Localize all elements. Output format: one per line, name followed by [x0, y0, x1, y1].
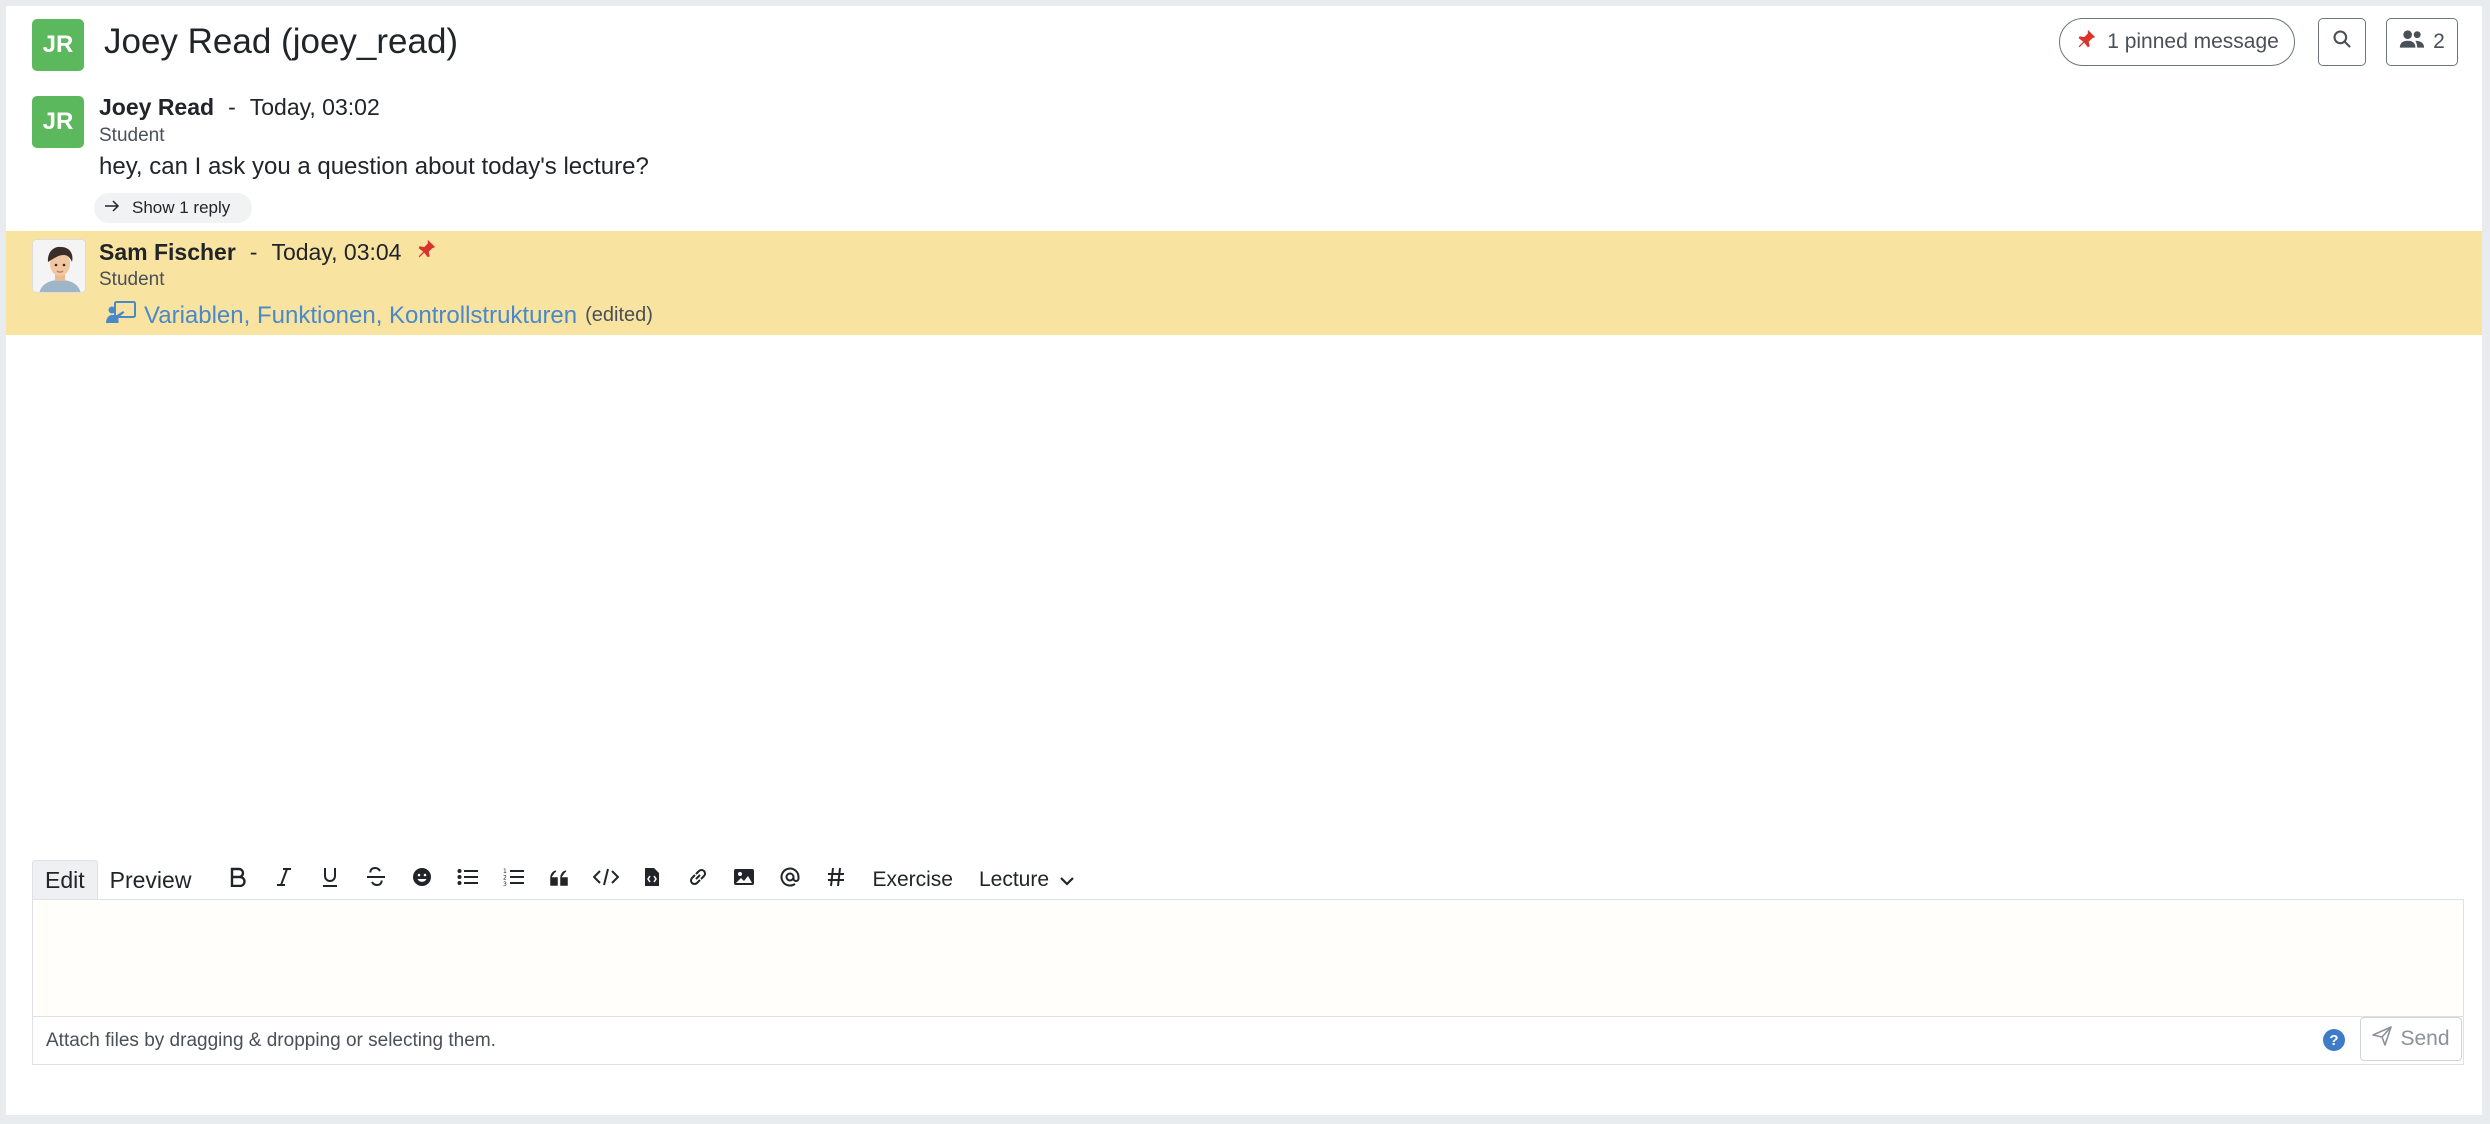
quote-icon — [550, 868, 570, 892]
members-count: 2 — [2433, 30, 2445, 53]
pin-icon — [2075, 28, 2097, 56]
avatar: JR — [32, 19, 84, 71]
file-code-icon — [644, 867, 660, 893]
lecture-dropdown-label: Lecture — [978, 868, 1050, 891]
show-replies-button[interactable]: Show 1 reply — [94, 193, 253, 223]
show-replies-label: Show 1 reply — [132, 198, 231, 217]
quote-button[interactable] — [537, 860, 583, 900]
send-label: Send — [2400, 1027, 2450, 1050]
members-button[interactable]: 2 — [2386, 18, 2458, 66]
link-icon — [687, 866, 709, 894]
code-icon — [593, 868, 620, 892]
pinned-messages-label: 1 pinned message — [2107, 30, 2279, 53]
author-name[interactable]: Joey Read — [99, 94, 214, 121]
at-icon — [780, 867, 800, 893]
author-name[interactable]: Sam Fischer — [99, 239, 236, 266]
lecture-reference: Variablen, Funktionen, Kontrollstrukture… — [106, 301, 653, 330]
lecture-link[interactable]: Variablen, Funktionen, Kontrollstrukture… — [144, 302, 577, 330]
users-icon — [2399, 29, 2425, 55]
message-time: Today, 03:02 — [249, 94, 380, 120]
tab-edit[interactable]: Edit — [32, 860, 98, 900]
image-button[interactable] — [721, 860, 767, 900]
chevron-down-icon — [1059, 868, 1075, 892]
message-header: Sam Fischer - Today, 03:04 — [99, 238, 437, 266]
conversation-panel: JR Joey Read (joey_read) 1 pinned messag… — [6, 6, 2482, 1115]
attachment-bar: Attach files by dragging & dropping or s… — [33, 1016, 2463, 1064]
tab-preview[interactable]: Preview — [98, 860, 204, 900]
avatar — [32, 239, 86, 293]
link-button[interactable] — [675, 860, 721, 900]
code-block-button[interactable] — [629, 860, 675, 900]
author-role: Student — [99, 125, 165, 146]
ordered-list-icon: 123 — [503, 867, 525, 893]
lecture-reference-dropdown[interactable]: Lecture — [966, 860, 1088, 900]
strikethrough-icon — [366, 866, 386, 893]
bold-icon — [229, 867, 247, 893]
editor-toolbar: Edit Preview 123 Exercise Lecture — [32, 859, 1088, 901]
channel-reference-button[interactable] — [813, 860, 859, 900]
separator: - — [228, 94, 236, 120]
code-button[interactable] — [583, 860, 629, 900]
pinned-messages-button[interactable]: 1 pinned message — [2059, 18, 2295, 66]
edited-label: (edited) — [585, 304, 653, 326]
page-title: Joey Read (joey_read) — [104, 22, 459, 61]
conversation-header: JR Joey Read (joey_read) 1 pinned messag… — [6, 6, 2482, 78]
image-icon — [733, 868, 755, 892]
emoji-button[interactable] — [399, 860, 445, 900]
message-input[interactable] — [33, 900, 2463, 1016]
search-button[interactable] — [2318, 18, 2366, 66]
send-button[interactable]: Send — [2360, 1017, 2462, 1061]
italic-icon — [276, 867, 292, 893]
mention-button[interactable] — [767, 860, 813, 900]
message-item-pinned: Sam Fischer - Today, 03:04 Student Varia… — [6, 231, 2482, 335]
author-role: Student — [99, 269, 165, 290]
arrow-right-icon — [104, 198, 120, 218]
hashtag-icon — [827, 867, 845, 893]
lecture-icon — [106, 301, 136, 330]
attach-hint[interactable]: Attach files by dragging & dropping or s… — [46, 1030, 496, 1052]
exercise-reference-button[interactable]: Exercise — [859, 860, 966, 900]
bullet-list-button[interactable] — [445, 860, 491, 900]
italic-button[interactable] — [261, 860, 307, 900]
ordered-list-button[interactable]: 123 — [491, 860, 537, 900]
pin-icon — [415, 238, 437, 266]
bullet-list-icon — [457, 868, 479, 892]
message-editor: Attach files by dragging & dropping or s… — [32, 899, 2464, 1065]
avatar: JR — [32, 96, 84, 148]
underline-icon — [321, 867, 339, 893]
message-content: hey, can I ask you a question about toda… — [99, 153, 649, 180]
message-item: JR Joey Read - Today, 03:02 Student hey,… — [6, 86, 2482, 226]
message-header: Joey Read - Today, 03:02 — [99, 94, 380, 121]
underline-button[interactable] — [307, 860, 353, 900]
help-icon[interactable]: ? — [2323, 1029, 2345, 1051]
message-time: Today, 03:04 — [271, 238, 402, 265]
bold-button[interactable] — [215, 860, 261, 900]
search-icon — [2332, 29, 2352, 55]
send-icon — [2372, 1026, 2393, 1052]
separator: - — [249, 238, 258, 265]
emoji-icon — [412, 867, 432, 893]
svg-text:3: 3 — [503, 881, 507, 887]
strikethrough-button[interactable] — [353, 860, 399, 900]
